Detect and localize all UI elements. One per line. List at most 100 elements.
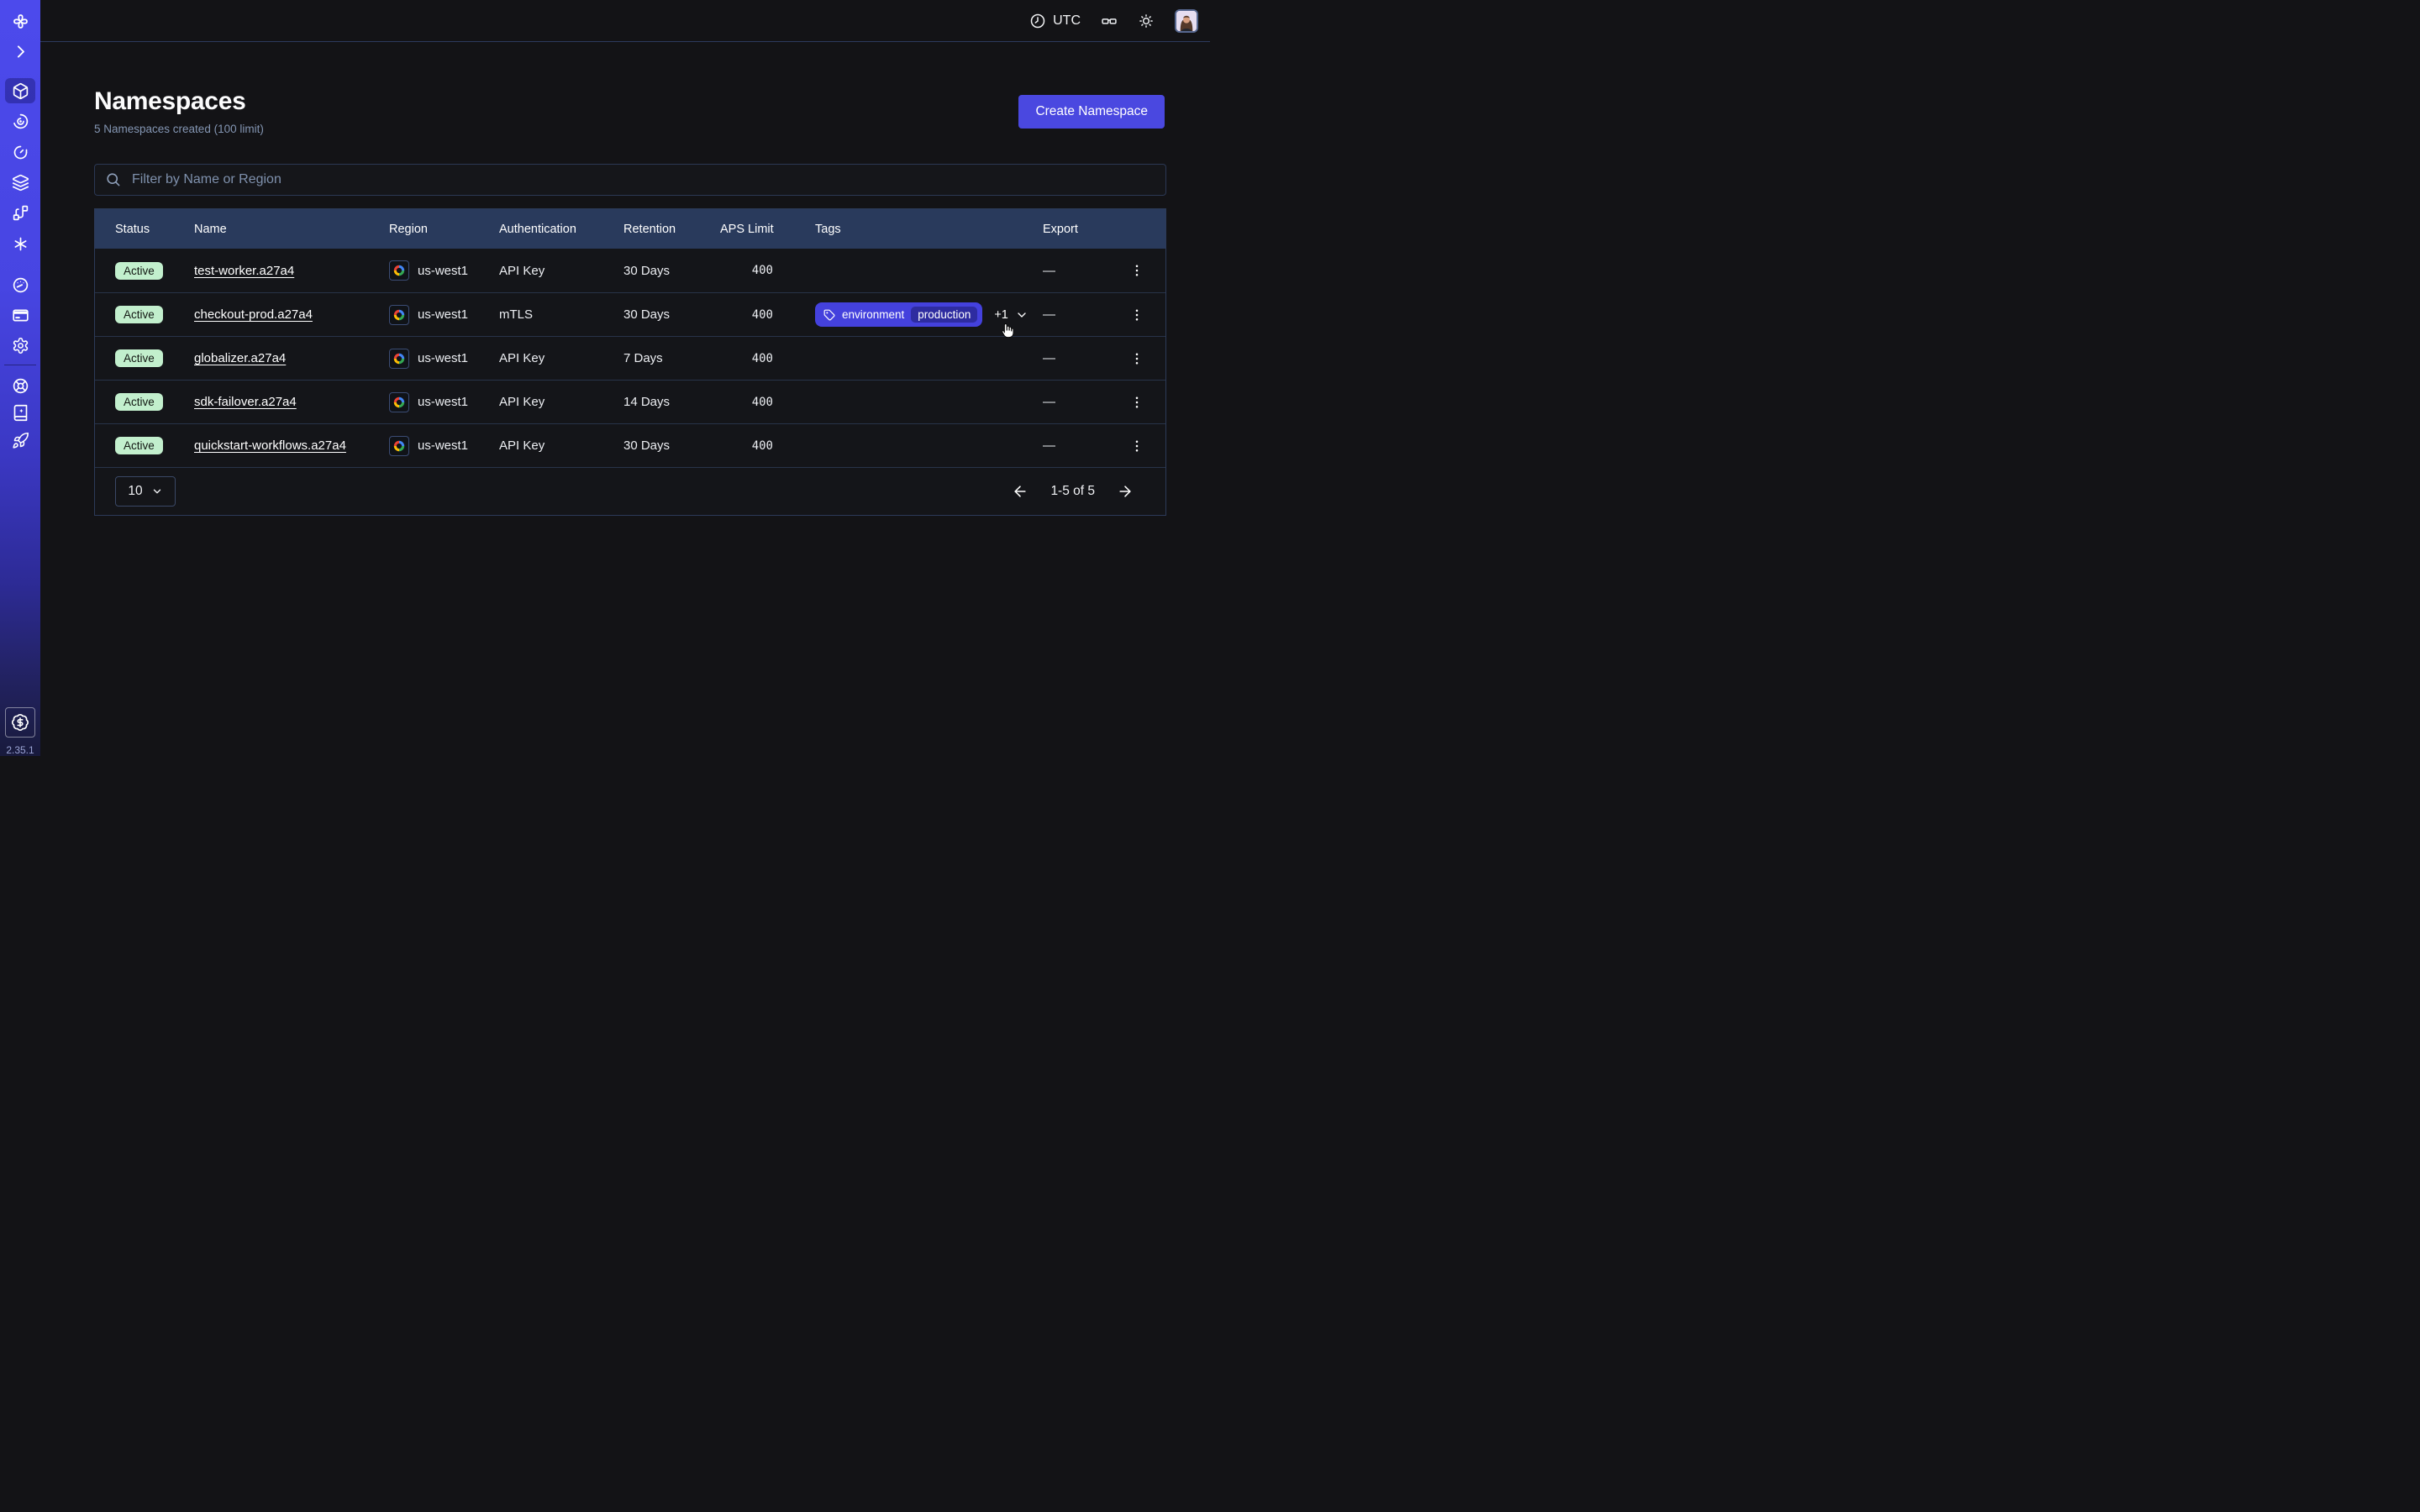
namespace-link[interactable]: globalizer.a27a4 <box>194 351 286 365</box>
settings-gear-icon <box>12 337 29 354</box>
sidebar-item-workflows[interactable] <box>5 108 35 134</box>
row-actions-menu-button[interactable] <box>1107 263 1167 278</box>
gcp-region-icon <box>389 305 409 325</box>
pricing-button[interactable] <box>5 707 35 738</box>
status-badge: Active <box>115 349 163 367</box>
table-row: Active sdk-failover.a27a4 us-west1 API K… <box>95 380 1165 423</box>
theme-toggle-button[interactable] <box>1138 13 1155 29</box>
kebab-menu-icon <box>1129 395 1144 410</box>
table-row: Active test-worker.a27a4 us-west1 API Ke… <box>95 249 1165 292</box>
reader-mode-button[interactable] <box>1101 13 1118 29</box>
kebab-menu-icon <box>1129 307 1144 323</box>
arrow-left-icon <box>1012 483 1028 500</box>
previous-page-button[interactable] <box>1012 483 1028 500</box>
page-size-select[interactable]: 10 <box>115 476 176 507</box>
sidebar-item-support[interactable] <box>5 373 35 398</box>
pricing-dollar-badge-icon <box>11 713 29 732</box>
status-badge: Active <box>115 393 163 411</box>
column-header-authentication: Authentication <box>479 223 603 236</box>
gcp-region-icon <box>389 392 409 412</box>
row-actions-menu-button[interactable] <box>1107 395 1167 410</box>
auth-method: API Key <box>479 395 603 409</box>
row-actions-menu-button[interactable] <box>1107 351 1167 366</box>
aps-limit-value: 400 <box>700 264 795 277</box>
clock-icon <box>1029 13 1046 29</box>
gcp-region-icon <box>389 436 409 456</box>
aps-limit-value: 400 <box>700 439 795 453</box>
lifebuoy-icon <box>12 377 29 395</box>
sidebar-item-namespaces[interactable] <box>5 78 35 103</box>
export-value: — <box>1023 264 1107 278</box>
create-namespace-button[interactable]: Create Namespace <box>1018 95 1165 129</box>
aps-limit-value: 400 <box>700 396 795 409</box>
filter-input[interactable] <box>94 164 1166 196</box>
kebab-menu-icon <box>1129 438 1144 454</box>
gcp-region-icon <box>389 260 409 281</box>
tags-overflow-count: +1 <box>994 308 1008 322</box>
status-badge: Active <box>115 262 163 280</box>
row-actions-menu-button[interactable] <box>1107 307 1167 323</box>
sidebar-item-schedules[interactable] <box>5 139 35 165</box>
table-row: Active checkout-prod.a27a4 us-west1 mTLS <box>95 292 1165 336</box>
auth-method: API Key <box>479 438 603 453</box>
namespace-link[interactable]: quickstart-workflows.a27a4 <box>194 438 346 453</box>
sidebar-item-settings[interactable] <box>5 333 35 358</box>
column-header-aps-limit: APS Limit <box>700 223 795 236</box>
rocket-icon <box>12 432 29 449</box>
sidebar-item-getting-started[interactable] <box>5 428 35 453</box>
spiral-icon <box>12 113 29 130</box>
logo-icon[interactable] <box>5 8 35 34</box>
retention-value: 30 Days <box>603 307 700 322</box>
reader-glasses-icon <box>1101 13 1118 29</box>
docs-book-icon <box>12 404 29 422</box>
region-label: us-west1 <box>418 307 468 322</box>
timer-icon <box>12 144 29 161</box>
column-header-tags: Tags <box>795 223 1023 236</box>
status-badge: Active <box>115 437 163 454</box>
gauge-icon <box>12 276 29 294</box>
layers-icon <box>12 174 29 192</box>
column-header-export: Export <box>1023 223 1107 236</box>
sidebar-item-batch-operations[interactable] <box>5 200 35 225</box>
kebab-menu-icon <box>1129 263 1144 278</box>
column-header-status: Status <box>95 223 174 236</box>
table-row: Active quickstart-workflows.a27a4 us-wes… <box>95 423 1165 467</box>
main-content: Namespaces 5 Namespaces created (100 lim… <box>40 42 1210 756</box>
region-label: us-west1 <box>418 395 468 409</box>
page-title: Namespaces <box>94 87 245 116</box>
user-avatar[interactable] <box>1175 9 1198 33</box>
namespace-link[interactable]: checkout-prod.a27a4 <box>194 307 313 322</box>
namespaces-table: Status Name Region Authentication Retent… <box>94 208 1166 516</box>
namespace-link[interactable]: test-worker.a27a4 <box>194 264 294 278</box>
column-header-retention: Retention <box>603 223 700 236</box>
topbar: UTC <box>40 0 1210 42</box>
region-label: us-west1 <box>418 438 468 453</box>
expand-sidebar-button[interactable] <box>5 39 35 64</box>
tag-badge[interactable]: environment production <box>815 302 982 327</box>
table-footer: 10 1-5 of 5 <box>95 467 1165 515</box>
filter-container <box>94 164 1166 196</box>
sidebar-item-billing[interactable] <box>5 302 35 328</box>
arrow-right-icon <box>1117 483 1134 500</box>
chevron-down-icon <box>151 486 163 497</box>
retention-value: 14 Days <box>603 395 700 409</box>
sidebar-item-usage[interactable] <box>5 272 35 297</box>
export-value: — <box>1023 307 1107 322</box>
table-row: Active globalizer.a27a4 us-west1 API Key <box>95 336 1165 380</box>
sidebar: 2.35.1 <box>0 0 40 756</box>
sidebar-item-docs[interactable] <box>5 400 35 425</box>
row-actions-menu-button[interactable] <box>1107 438 1167 454</box>
aps-limit-value: 400 <box>700 308 795 322</box>
sidebar-item-nexus[interactable] <box>5 231 35 256</box>
export-value: — <box>1023 438 1107 453</box>
timezone-selector[interactable]: UTC <box>1029 13 1081 29</box>
namespace-link[interactable]: sdk-failover.a27a4 <box>194 395 297 409</box>
next-page-button[interactable] <box>1117 483 1134 500</box>
auth-method: API Key <box>479 351 603 365</box>
tag-icon <box>823 309 835 321</box>
pagination-range: 1-5 of 5 <box>1050 484 1095 499</box>
sidebar-item-deployments[interactable] <box>5 170 35 195</box>
retention-value: 30 Days <box>603 438 700 453</box>
search-icon <box>105 171 121 187</box>
column-header-region: Region <box>369 223 479 236</box>
